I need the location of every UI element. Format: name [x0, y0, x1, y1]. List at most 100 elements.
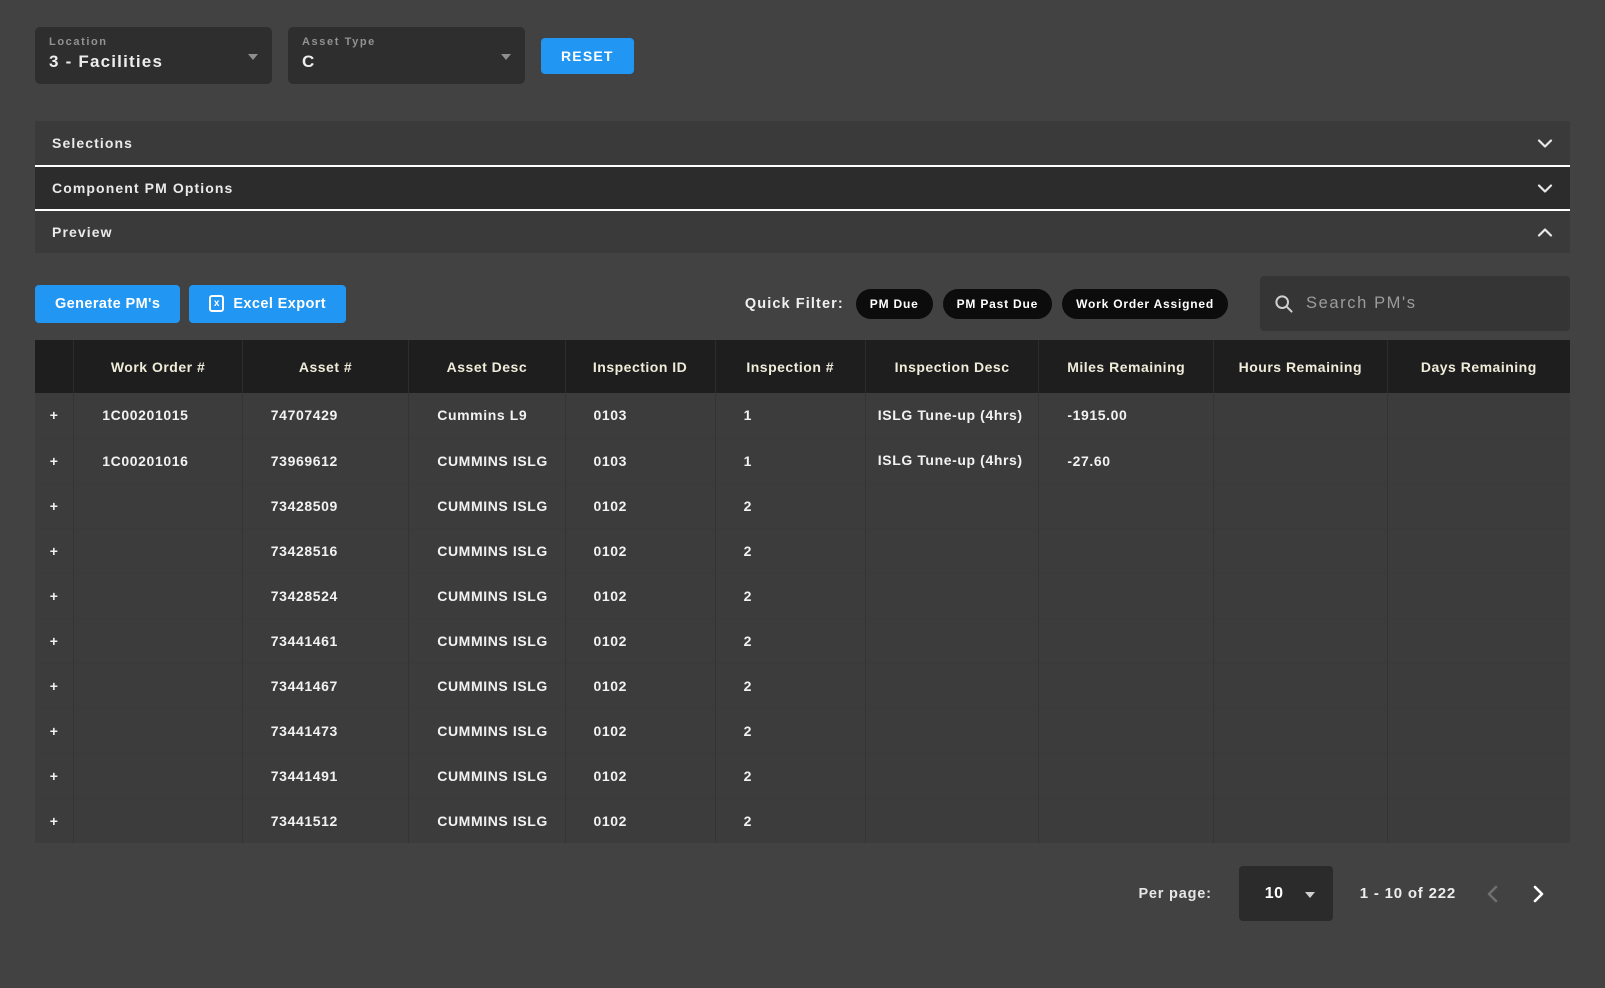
cell-asset: 73441512	[242, 798, 408, 843]
chevron-right-icon	[1533, 885, 1544, 903]
cell-work-order	[74, 663, 243, 708]
cell-work-order	[74, 753, 243, 798]
expand-row-button[interactable]: +	[35, 528, 74, 573]
cell-work-order	[74, 618, 243, 663]
accordion-label: Selections	[52, 135, 133, 151]
column-header-days-remaining: Days Remaining	[1387, 340, 1570, 393]
quick-filter-chip-work-order-assigned[interactable]: Work Order Assigned	[1062, 289, 1228, 319]
cell-inspection-num: 2	[715, 528, 865, 573]
cell-inspection-desc	[865, 798, 1039, 843]
cell-work-order: 1C00201015	[74, 393, 243, 438]
cell-days-remaining	[1387, 708, 1570, 753]
cell-days-remaining	[1387, 528, 1570, 573]
cell-work-order	[74, 573, 243, 618]
cell-miles-remaining	[1039, 708, 1214, 753]
cell-miles-remaining	[1039, 753, 1214, 798]
cell-hours-remaining	[1214, 708, 1388, 753]
pm-preview-grid: Work Order # Asset # Asset Desc Inspecti…	[35, 340, 1570, 843]
cell-days-remaining	[1387, 573, 1570, 618]
asset-type-select[interactable]: Asset Type C	[288, 27, 525, 84]
cell-days-remaining	[1387, 663, 1570, 708]
cell-asset-desc: CUMMINS ISLG	[409, 618, 565, 663]
pm-generation-page: Location 3 - Facilities Asset Type C RES…	[0, 0, 1605, 951]
cell-inspection-desc	[865, 618, 1039, 663]
chevron-down-icon	[1537, 184, 1553, 193]
cell-inspection-num: 2	[715, 798, 865, 843]
cell-asset-desc: CUMMINS ISLG	[409, 708, 565, 753]
generate-pms-button[interactable]: Generate PM's	[35, 285, 180, 323]
cell-hours-remaining	[1214, 573, 1388, 618]
cell-miles-remaining: -1915.00	[1039, 393, 1214, 438]
previous-page-button[interactable]	[1483, 881, 1502, 907]
cell-work-order	[74, 528, 243, 573]
cell-work-order	[74, 483, 243, 528]
cell-inspection-desc	[865, 573, 1039, 618]
expand-row-button[interactable]: +	[35, 708, 74, 753]
cell-inspection-desc	[865, 483, 1039, 528]
expand-row-button[interactable]: +	[35, 798, 74, 843]
accordion-section-preview[interactable]: Preview	[35, 209, 1570, 253]
excel-export-button[interactable]: x Excel Export	[189, 285, 346, 323]
expand-row-button[interactable]: +	[35, 618, 74, 663]
next-page-button[interactable]	[1529, 881, 1548, 907]
excel-export-label: Excel Export	[233, 296, 326, 312]
reset-button[interactable]: RESET	[541, 38, 634, 74]
cell-days-remaining	[1387, 618, 1570, 663]
location-select[interactable]: Location 3 - Facilities	[35, 27, 272, 84]
cell-hours-remaining	[1214, 483, 1388, 528]
search-box	[1260, 276, 1570, 331]
chevron-up-icon	[1537, 228, 1553, 237]
cell-hours-remaining	[1214, 528, 1388, 573]
expand-row-button[interactable]: +	[35, 753, 74, 798]
expand-row-button[interactable]: +	[35, 663, 74, 708]
cell-asset: 73428509	[242, 483, 408, 528]
expand-row-button[interactable]: +	[35, 393, 74, 438]
cell-work-order: 1C00201016	[74, 438, 243, 483]
cell-asset: 73428516	[242, 528, 408, 573]
cell-asset: 73441461	[242, 618, 408, 663]
cell-asset-desc: CUMMINS ISLG	[409, 528, 565, 573]
expand-row-button[interactable]: +	[35, 573, 74, 618]
column-header-work-order: Work Order #	[74, 340, 243, 393]
column-header-miles-remaining: Miles Remaining	[1039, 340, 1214, 393]
table-row: + 73441467 CUMMINS ISLG 0102 2	[35, 663, 1570, 708]
expand-row-button[interactable]: +	[35, 483, 74, 528]
cell-asset: 73441473	[242, 708, 408, 753]
cell-inspection-id: 0102	[565, 618, 715, 663]
cell-asset: 74707429	[242, 393, 408, 438]
quick-filter-chip-pm-due[interactable]: PM Due	[856, 289, 933, 319]
per-page-value: 10	[1265, 885, 1284, 903]
accordion-section-component-pm-options[interactable]: Component PM Options	[35, 165, 1570, 209]
cell-inspection-id: 0102	[565, 663, 715, 708]
cell-days-remaining	[1387, 438, 1570, 483]
cell-miles-remaining	[1039, 618, 1214, 663]
accordion-label: Component PM Options	[52, 180, 233, 196]
cell-inspection-id: 0103	[565, 438, 715, 483]
accordion-section-selections[interactable]: Selections	[35, 121, 1570, 165]
cell-asset-desc: Cummins L9	[409, 393, 565, 438]
cell-inspection-num: 2	[715, 753, 865, 798]
table-header-row: Work Order # Asset # Asset Desc Inspecti…	[35, 340, 1570, 393]
column-header-inspection-id: Inspection ID	[565, 340, 715, 393]
cell-asset: 73441491	[242, 753, 408, 798]
expand-row-button[interactable]: +	[35, 438, 74, 483]
cell-miles-remaining	[1039, 483, 1214, 528]
quick-filter-chip-pm-past-due[interactable]: PM Past Due	[943, 289, 1053, 319]
cell-inspection-id: 0102	[565, 573, 715, 618]
search-input[interactable]	[1306, 294, 1556, 313]
cell-inspection-desc	[865, 528, 1039, 573]
caret-down-icon	[1305, 892, 1315, 898]
cell-miles-remaining: -27.60	[1039, 438, 1214, 483]
per-page-select[interactable]: 10	[1239, 866, 1333, 921]
cell-asset-desc: CUMMINS ISLG	[409, 798, 565, 843]
cell-asset-desc: CUMMINS ISLG	[409, 573, 565, 618]
caret-down-icon	[248, 54, 258, 60]
cell-days-remaining	[1387, 393, 1570, 438]
cell-hours-remaining	[1214, 618, 1388, 663]
page-range-text: 1 - 10 of 222	[1360, 885, 1456, 902]
cell-days-remaining	[1387, 798, 1570, 843]
column-header-asset-desc: Asset Desc	[409, 340, 565, 393]
table-row: + 73441461 CUMMINS ISLG 0102 2	[35, 618, 1570, 663]
cell-work-order	[74, 708, 243, 753]
cell-inspection-id: 0102	[565, 708, 715, 753]
